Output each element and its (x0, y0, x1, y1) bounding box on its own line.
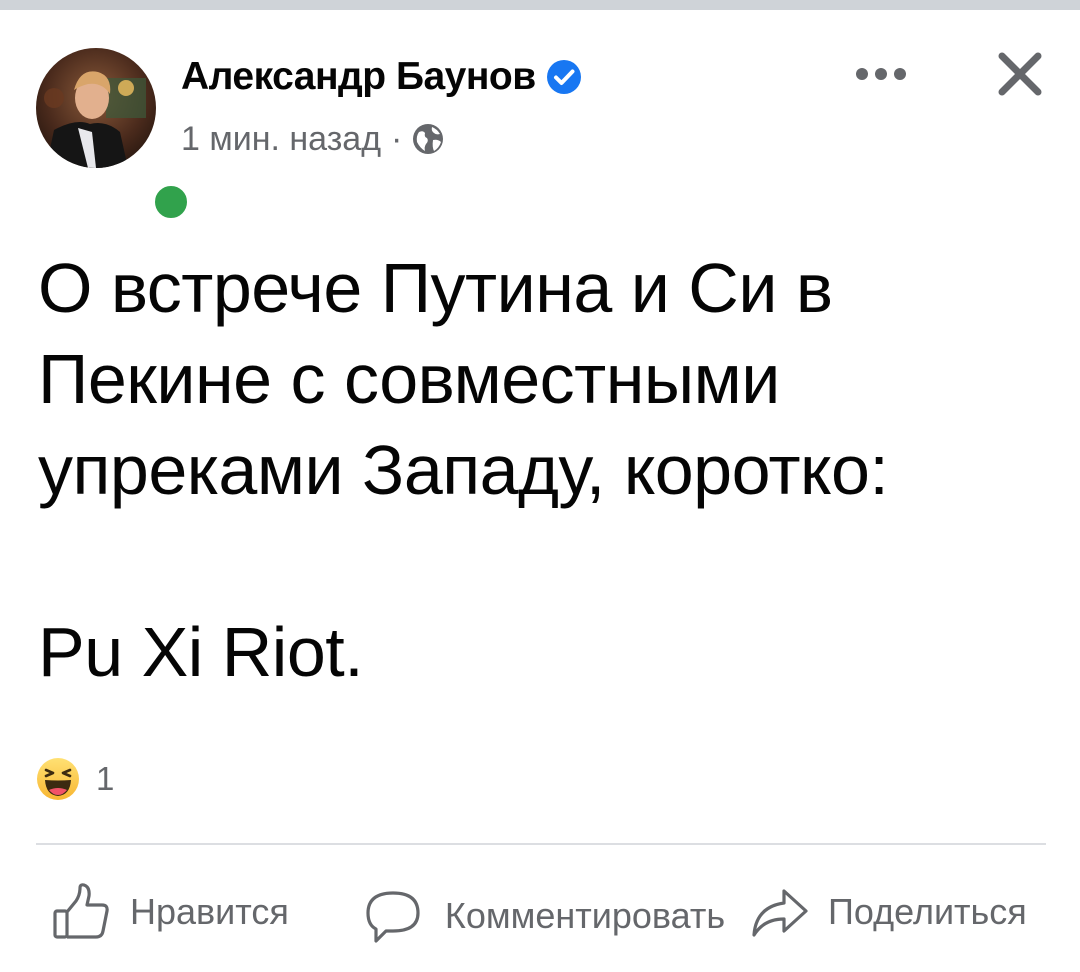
avatar-photo (36, 48, 156, 168)
post-timestamp[interactable]: 1 мин. назад (181, 120, 381, 159)
post-text-line: упреками Западу, коротко: (38, 431, 889, 509)
author-line: Александр Баунов (181, 52, 582, 102)
haha-reaction-icon (37, 758, 79, 800)
comment-button[interactable]: Комментировать (362, 868, 730, 964)
share-button[interactable]: Поделиться (748, 880, 1027, 944)
post-text-line: Пекине с совместными (38, 340, 780, 418)
author-name[interactable]: Александр Баунов (181, 55, 536, 99)
author-avatar[interactable] (36, 48, 192, 223)
online-status-dot (150, 181, 192, 223)
globe-icon[interactable] (410, 121, 446, 157)
verified-badge-icon (546, 60, 581, 94)
divider (36, 843, 1046, 845)
comment-bubble-icon (366, 891, 420, 943)
reaction-count: 1 (96, 760, 115, 797)
post-meta: 1 мин. назад · (181, 116, 446, 162)
like-label: Нравится (130, 891, 289, 932)
post-text-line: О встрече Путина и Си в (38, 249, 833, 327)
close-button[interactable] (990, 44, 1050, 104)
reaction-summary[interactable]: 1 (36, 758, 114, 800)
post-text-line: Pu Xi Riot. (38, 613, 364, 691)
top-strip (0, 0, 1080, 10)
post-body: О встрече Путина и Си в Пекине с совмест… (38, 243, 1038, 698)
close-icon (998, 52, 1042, 96)
share-label: Поделиться (828, 891, 1027, 932)
post-viewer: Александр Баунов 1 мин. назад · О встреч… (0, 0, 1080, 972)
share-arrow-icon (752, 889, 808, 937)
meta-separator: · (391, 119, 403, 158)
more-options-icon (856, 68, 906, 80)
comment-label: Комментировать (444, 895, 726, 936)
thumbs-up-icon (53, 883, 109, 939)
more-options-button[interactable] (846, 54, 916, 94)
like-button[interactable]: Нравится (50, 880, 289, 944)
